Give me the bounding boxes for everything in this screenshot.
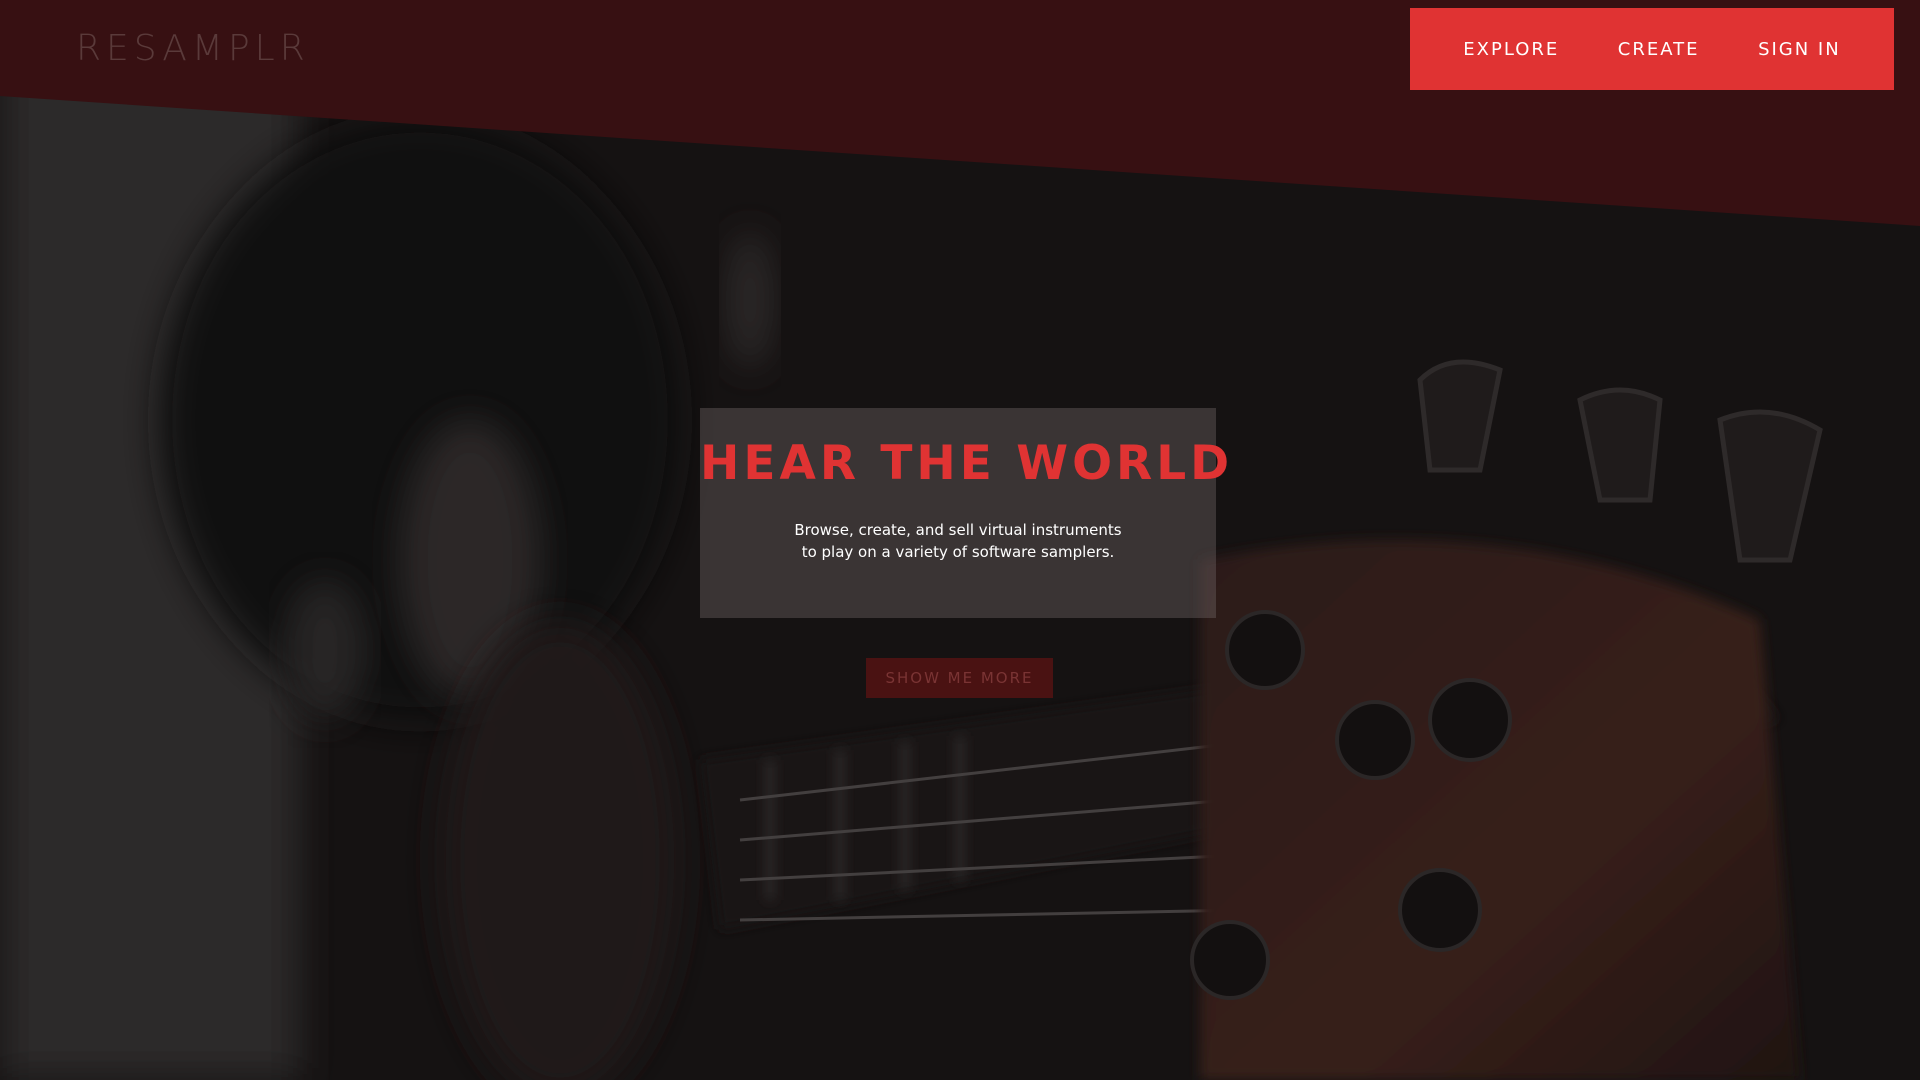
nav-explore-link[interactable]: EXPLORE [1463, 39, 1559, 60]
nav-sign-in-link[interactable]: SIGN IN [1758, 39, 1841, 60]
site-logo[interactable]: RESAMPLR [76, 28, 310, 69]
main-nav: EXPLORE CREATE SIGN IN [1410, 8, 1894, 90]
landing-page: RESAMPLR EXPLORE CREATE SIGN IN HEAR THE… [0, 0, 1920, 1080]
hero-card: HEAR THE WORLD Browse, create, and sell … [700, 408, 1234, 618]
hero-subtitle: Browse, create, and sell virtual instrum… [794, 521, 1122, 561]
hero-title: HEAR THE WORLD [700, 436, 1234, 491]
nav-create-link[interactable]: CREATE [1618, 39, 1700, 60]
show-me-more-button[interactable]: SHOW ME MORE [866, 658, 1053, 698]
